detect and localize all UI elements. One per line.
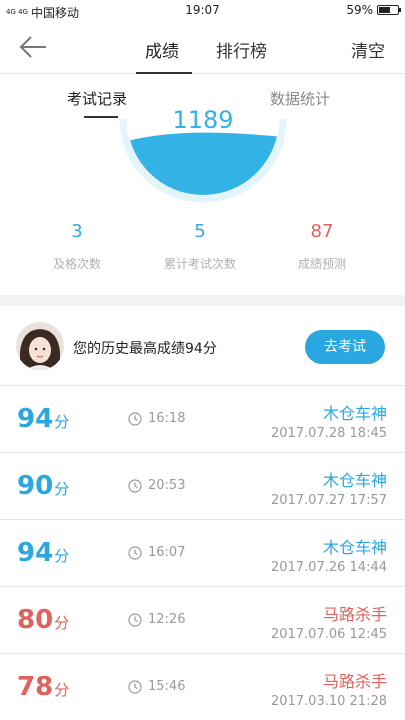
tab-ranking[interactable]: 排行榜 (216, 37, 267, 62)
clock-icon (128, 612, 142, 627)
subtab-exam-records[interactable]: 考试记录 (67, 88, 127, 109)
status-time: 19:07 (185, 3, 220, 17)
stat-label: 累计考试次数 (163, 257, 236, 271)
record-date: 2017.07.26 14:44 (270, 560, 387, 575)
section-divider (0, 295, 405, 306)
record-score-unit: 分 (54, 480, 70, 498)
stat-score-prediction: 87 成绩预测 (267, 220, 377, 272)
record-score-unit: 分 (54, 681, 70, 699)
stats-row: 3 及格次数 5 累计考试次数 87 成绩预测 (0, 220, 405, 280)
record-score-value: 80 (17, 605, 54, 635)
active-subtab-indicator (84, 116, 118, 118)
record-duration: 16:18 (128, 411, 185, 426)
top-nav: 成绩 排行榜 清空 (0, 22, 405, 74)
record-title: 马路杀手 (322, 605, 387, 624)
best-score-text: 您的历史最高成绩94分 (73, 341, 217, 357)
take-exam-button[interactable]: 去考试 (305, 330, 385, 364)
subtab-data-stats[interactable]: 数据统计 (270, 88, 330, 109)
record-score-unit: 分 (54, 547, 70, 565)
record-duration: 16:07 (128, 545, 185, 560)
record-date: 2017.07.28 18:45 (270, 426, 387, 441)
clock-icon (128, 478, 142, 493)
record-row[interactable]: 94分 16:07 木仓车神 2017.07.26 14:44 (0, 520, 405, 587)
record-row[interactable]: 78分 15:46 马路杀手 2017.03.10 21:28 (0, 654, 405, 720)
battery-fill (379, 7, 390, 13)
stat-label: 及格次数 (52, 257, 101, 271)
status-right: 59% (346, 3, 401, 17)
stat-value: 3 (71, 221, 83, 242)
record-score: 94分 (17, 538, 69, 571)
record-row[interactable]: 94分 16:18 木仓车神 2017.07.28 18:45 (0, 386, 405, 453)
record-duration: 12:26 (128, 612, 185, 627)
stat-label: 成绩预测 (297, 257, 346, 271)
record-duration-text: 12:26 (148, 612, 186, 627)
avatar (16, 322, 64, 370)
record-row[interactable]: 90分 20:53 木仓车神 2017.07.27 17:57 (0, 453, 405, 520)
back-arrow-icon (19, 36, 46, 58)
user-avatar-icon (16, 322, 64, 370)
record-date: 2017.07.27 17:57 (270, 493, 387, 508)
record-title: 木仓车神 (322, 404, 387, 423)
record-title: 木仓车神 (322, 471, 387, 490)
stat-pass-count: 3 及格次数 (22, 220, 132, 272)
record-duration-text: 15:46 (148, 679, 186, 694)
stat-value: 5 (194, 221, 206, 242)
back-button[interactable] (18, 34, 50, 62)
record-score: 94分 (17, 404, 69, 437)
record-row[interactable]: 80分 12:26 马路杀手 2017.07.06 12:45 (0, 587, 405, 654)
record-score-value: 94 (17, 538, 54, 568)
total-score: 1189 (172, 106, 234, 134)
battery-icon (377, 5, 401, 15)
stat-total-exams: 5 累计考试次数 (145, 220, 255, 272)
record-duration: 20:53 (128, 478, 185, 493)
record-score-unit: 分 (54, 614, 70, 632)
record-score-unit: 分 (54, 413, 70, 431)
clock-icon (128, 411, 142, 426)
clock-icon (128, 679, 142, 694)
record-score: 80分 (17, 605, 69, 638)
record-duration-text: 20:53 (148, 478, 186, 493)
record-score: 90分 (17, 471, 69, 504)
best-score-banner: 您的历史最高成绩94分 去考试 (0, 306, 405, 386)
clear-button[interactable]: 清空 (351, 37, 385, 62)
record-score-value: 78 (17, 672, 54, 702)
record-title: 马路杀手 (322, 672, 387, 691)
record-title: 木仓车神 (322, 538, 387, 557)
record-score-value: 90 (17, 471, 54, 501)
record-duration: 15:46 (128, 679, 185, 694)
record-date: 2017.03.10 21:28 (270, 694, 387, 709)
status-bar: 4G 4G 中国移动 19:07 59% (0, 0, 405, 22)
stat-value: 87 (310, 221, 334, 242)
record-duration-text: 16:07 (148, 545, 186, 560)
record-date: 2017.07.06 12:45 (270, 627, 387, 642)
record-score-value: 94 (17, 404, 54, 434)
tab-score[interactable]: 成绩 (145, 37, 179, 62)
exam-records-list: 94分 16:18 木仓车神 2017.07.28 18:45 90分 20:53 木仓车神… (0, 386, 405, 720)
battery-percent: 59% (346, 3, 373, 17)
clock-icon (128, 545, 142, 560)
record-duration-text: 16:18 (148, 411, 186, 426)
record-score: 78分 (17, 672, 69, 705)
